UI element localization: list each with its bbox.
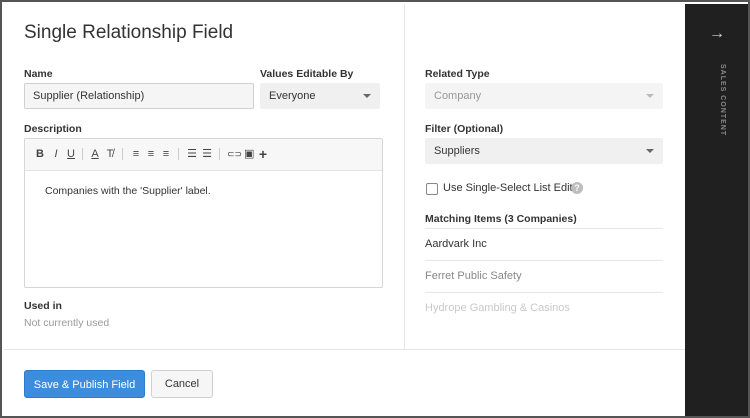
single-select-label[interactable]: Use Single-Select List Editor <box>443 182 582 194</box>
modal-title: Single Relationship Field <box>24 22 234 43</box>
values-editable-by-label: Values Editable By <box>260 68 354 80</box>
description-editor[interactable]: B I U A T̸ ≡ ≡ ≡ ☰ ☰ ⊂⊃ ▣ + Companies wi… <box>24 138 383 288</box>
name-input[interactable]: Supplier (Relationship) <box>24 83 254 109</box>
footer-divider <box>4 349 685 350</box>
bold-icon[interactable]: B <box>35 147 45 161</box>
side-rail: → SALES CONTENT <box>685 4 748 416</box>
toolbar-separator <box>122 148 123 160</box>
align-left-icon[interactable]: ≡ <box>131 147 141 161</box>
modal-frame: Single Relationship Field Name Supplier … <box>0 0 750 418</box>
rail-label[interactable]: SALES CONTENT <box>706 64 726 144</box>
filter-select[interactable]: Suppliers <box>425 138 663 164</box>
chevron-down-icon <box>363 94 371 98</box>
underline-icon[interactable]: U <box>66 147 76 161</box>
used-in-label: Used in <box>24 300 62 312</box>
single-select-checkbox[interactable] <box>426 183 438 195</box>
image-icon[interactable]: ▣ <box>244 147 254 161</box>
used-in-value: Not currently used <box>24 317 110 329</box>
chevron-down-icon <box>646 149 654 153</box>
italic-icon[interactable]: I <box>51 147 61 161</box>
bullet-list-icon[interactable]: ☰ <box>187 147 197 161</box>
chevron-down-icon <box>646 94 654 98</box>
insert-icon[interactable]: + <box>258 147 268 161</box>
filter-value: Suppliers <box>434 145 480 157</box>
values-editable-by-value: Everyone <box>269 90 316 102</box>
align-center-icon[interactable]: ≡ <box>146 147 156 161</box>
related-type-select: Company <box>425 83 663 109</box>
align-right-icon[interactable]: ≡ <box>161 147 171 161</box>
save-publish-button[interactable]: Save & Publish Field <box>24 370 145 398</box>
related-type-value: Company <box>434 90 482 102</box>
related-type-label: Related Type <box>425 68 490 80</box>
values-editable-by-select[interactable]: Everyone <box>260 83 380 109</box>
toolbar-separator <box>178 148 179 160</box>
filter-label: Filter (Optional) <box>425 123 504 135</box>
arrow-right-icon[interactable]: → <box>707 26 727 42</box>
description-label: Description <box>24 123 82 135</box>
editor-toolbar: B I U A T̸ ≡ ≡ ≡ ☰ ☰ ⊂⊃ ▣ + <box>25 139 382 171</box>
field-editor-modal: Single Relationship Field Name Supplier … <box>4 4 685 416</box>
toolbar-separator <box>82 148 83 160</box>
name-label: Name <box>24 68 53 80</box>
link-icon[interactable]: ⊂⊃ <box>227 147 242 161</box>
clear-format-icon[interactable]: T̸ <box>105 147 115 161</box>
list-item: Hydrope Gambling & Casinos <box>425 302 570 314</box>
matching-items-label: Matching Items (3 Companies) <box>425 213 577 225</box>
numbered-list-icon[interactable]: ☰ <box>202 147 212 161</box>
column-divider <box>404 4 405 349</box>
help-icon[interactable]: ? <box>571 182 583 194</box>
cancel-button[interactable]: Cancel <box>151 370 213 398</box>
toolbar-separator <box>219 148 220 160</box>
font-color-icon[interactable]: A <box>90 147 100 161</box>
description-text[interactable]: Companies with the 'Supplier' label. <box>45 185 211 197</box>
list-item: Aardvark Inc <box>425 229 663 261</box>
list-item: Ferret Public Safety <box>425 261 663 293</box>
